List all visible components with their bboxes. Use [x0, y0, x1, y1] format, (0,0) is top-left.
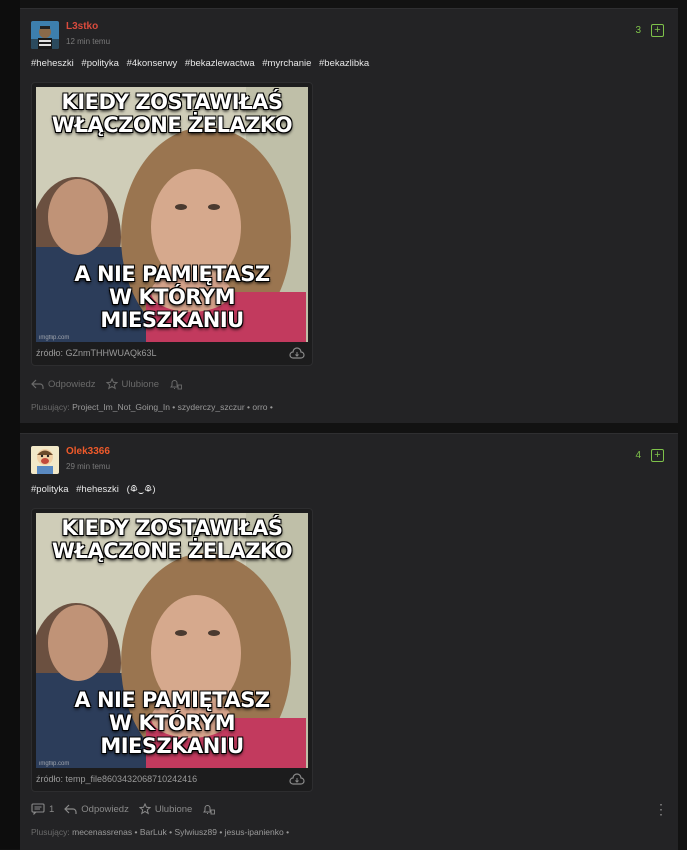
plusers-list: Plusujący: mecenassrenas • BarLuk • Sylw…: [31, 827, 289, 837]
meme-top-text: KIEDY ZOSTAWIŁAŚ WŁĄCZONE ŻELAZKO: [51, 516, 293, 563]
meme-bottom-text: A NIE PAMIĘTASZ W KTÓRYM MIESZKANIU: [74, 688, 270, 758]
tag-link[interactable]: #heheszki: [31, 58, 74, 69]
meme-image[interactable]: KIEDY ZOSTAWIŁAŚ WŁĄCZONE ŻELAZKO A NIE …: [36, 87, 308, 342]
tag-link[interactable]: #polityka: [81, 58, 119, 69]
media-embed: KIEDY ZOSTAWIŁAŚ WŁĄCZONE ŻELAZKO A NIE …: [31, 82, 313, 366]
plus-button[interactable]: +: [651, 449, 664, 462]
tag-list: #polityka #heheszki (ꖘ‿ꖘ): [31, 484, 161, 495]
plusers-names[interactable]: mecenassrenas • BarLuk • Sylwiusz89 • je…: [72, 827, 289, 837]
username[interactable]: Olek3366: [66, 446, 110, 457]
bell-alert-icon: [170, 380, 182, 390]
watermark: imgflip.com: [39, 335, 70, 341]
vote-count: 4: [635, 450, 641, 461]
vote-count: 3: [635, 25, 641, 36]
star-icon: [138, 803, 151, 815]
plusers-label: Plusujący:: [31, 827, 70, 837]
report-button[interactable]: [202, 803, 219, 815]
emoticon-text: (ꖘ‿ꖘ): [126, 484, 156, 495]
star-icon: [105, 378, 118, 390]
cloud-download-icon[interactable]: [289, 347, 305, 359]
plusers-list: Plusujący: Project_Im_Not_Going_In • szy…: [31, 402, 273, 412]
cloud-download-icon[interactable]: [289, 773, 305, 785]
reply-label: Odpowiedz: [81, 803, 129, 815]
tag-link[interactable]: #heheszki: [76, 484, 119, 495]
timestamp[interactable]: 12 min temu: [66, 37, 110, 46]
source-link[interactable]: źródło: GZnmTHHWUAQk63L: [36, 348, 157, 358]
comments-icon: [31, 803, 45, 815]
post-entry: Olek3366 29 min temu 4 + #polityka #hehe…: [20, 433, 678, 850]
report-button[interactable]: [169, 378, 186, 390]
post-entry: L3stko 12 min temu 3 + #heheszki #polity…: [20, 8, 678, 423]
tag-link[interactable]: #4konserwy: [127, 58, 178, 69]
meme-image[interactable]: KIEDY ZOSTAWIŁAŚ WŁĄCZONE ŻELAZKO A NIE …: [36, 513, 308, 768]
media-embed: KIEDY ZOSTAWIŁAŚ WŁĄCZONE ŻELAZKO A NIE …: [31, 508, 313, 792]
tag-link[interactable]: #bekazlewactwa: [185, 58, 255, 69]
tag-list: #heheszki #polityka #4konserwy #bekazlew…: [31, 58, 374, 69]
reply-button[interactable]: Odpowiedz: [64, 804, 129, 815]
favorite-button[interactable]: Ulubione: [105, 378, 160, 390]
username[interactable]: L3stko: [66, 21, 98, 32]
tag-link[interactable]: #bekazlibka: [319, 58, 369, 69]
plusers-label: Plusujący:: [31, 402, 70, 412]
source-link[interactable]: źródło: temp_file8603432068710242416: [36, 774, 197, 784]
tag-link[interactable]: #polityka: [31, 484, 69, 495]
reply-label: Odpowiedz: [48, 378, 96, 390]
favorite-label: Ulubione: [154, 803, 193, 815]
meme-top-text: KIEDY ZOSTAWIŁAŚ WŁĄCZONE ŻELAZKO: [51, 90, 293, 137]
action-bar: Odpowiedz Ulubione: [31, 378, 196, 390]
watermark: imgflip.com: [39, 761, 70, 767]
left-gutter: [0, 0, 20, 849]
reply-button[interactable]: Odpowiedz: [31, 379, 96, 390]
reply-icon: [31, 379, 44, 389]
comments-button[interactable]: 1: [31, 803, 54, 815]
comment-count: 1: [49, 803, 55, 815]
more-options-icon[interactable]: ⋮: [654, 802, 668, 816]
avatar[interactable]: [31, 21, 59, 49]
meme-bottom-text: A NIE PAMIĘTASZ W KTÓRYM MIESZKANIU: [74, 262, 270, 332]
favorite-button[interactable]: Ulubione: [138, 803, 193, 815]
plusers-names[interactable]: Project_Im_Not_Going_In • szyderczy_szcz…: [72, 402, 273, 412]
action-bar: 1 Odpowiedz Ulubione: [31, 803, 229, 815]
timestamp[interactable]: 29 min temu: [66, 462, 110, 471]
plus-button[interactable]: +: [651, 24, 664, 37]
reply-icon: [64, 804, 77, 814]
tag-link[interactable]: #myrchanie: [262, 58, 311, 69]
favorite-label: Ulubione: [121, 378, 160, 390]
avatar[interactable]: [31, 446, 59, 474]
bell-alert-icon: [203, 805, 216, 815]
